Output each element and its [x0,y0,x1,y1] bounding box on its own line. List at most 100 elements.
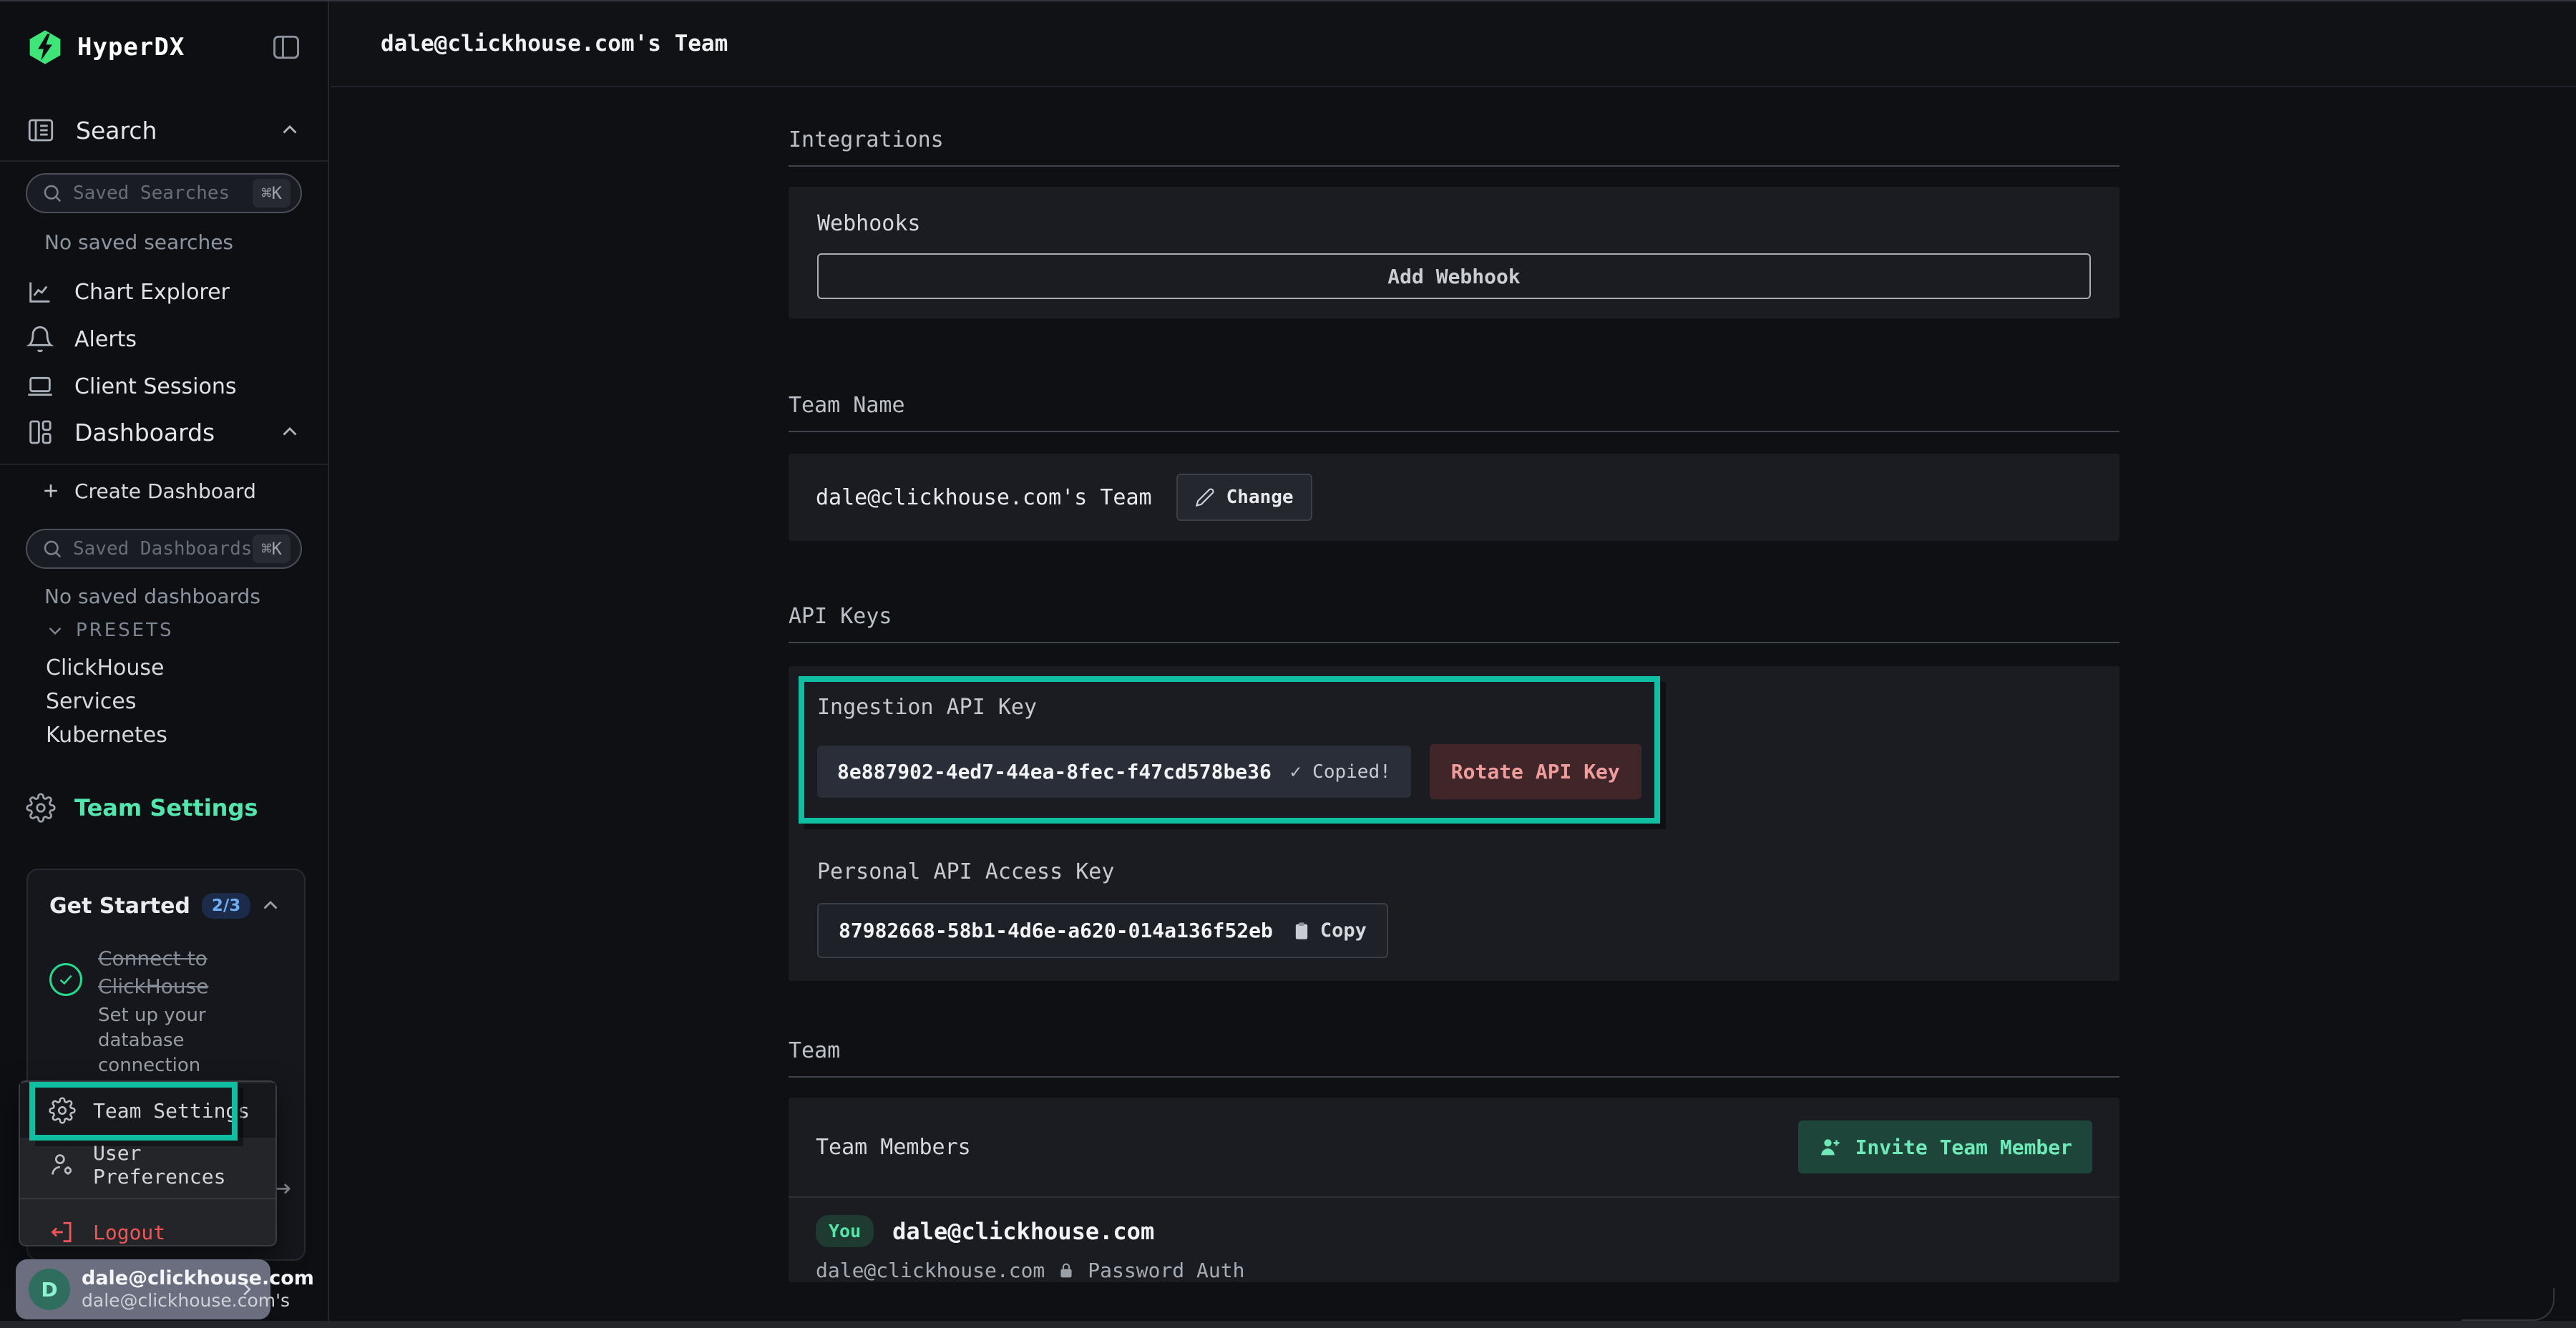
saved-dashboards-placeholder: Saved Dashboards [73,538,252,560]
hyperdx-app: HyperDX Search [0,0,2576,1328]
logo-row: HyperDX [0,21,328,73]
collapse-sidebar-icon[interactable] [270,31,302,63]
you-badge: You [816,1215,874,1247]
gear-icon [49,1097,76,1124]
laptop-icon [26,372,54,401]
webhooks-title: Webhooks [817,211,2091,236]
saved-searches-placeholder: Saved Searches [73,182,230,204]
no-saved-searches-note: No saved searches [44,230,233,254]
sidebar-section-dashboards[interactable]: Dashboards [0,408,328,456]
section-label-api-keys: API Keys [789,604,2119,629]
page-title: dale@clickhouse.com's Team [381,31,728,57]
preset-kubernetes[interactable]: Kubernetes [0,721,328,749]
chevron-up-icon[interactable] [278,118,302,142]
sidebar-item-chart-explorer[interactable]: Chart Explorer [0,276,328,308]
progress-badge: 2/3 [202,893,250,919]
step-title-line1: Connect to [98,944,277,972]
user-email: dale@clickhouse.com [82,1267,236,1290]
avatar: D [29,1269,70,1310]
dashboards-grid-icon [26,418,54,446]
lock-icon [1056,1261,1076,1281]
user-plus-icon [1818,1135,1843,1159]
presets-label: PRESETS [76,620,174,641]
member-email-secondary: dale@clickhouse.com [816,1259,1045,1282]
preset-services[interactable]: Services [0,687,328,716]
saved-dashboards-input[interactable]: Saved Dashboards ⌘K [26,529,302,569]
menu-item-logout[interactable]: Logout [20,1205,275,1259]
shortcut-badge: ⌘K [253,179,291,208]
menu-item-label: User Preferences [93,1141,275,1188]
presets-toggle[interactable]: PRESETS [0,617,328,643]
chevron-right-icon [236,1279,258,1300]
team-settings-label: Team Settings [74,794,258,821]
logout-icon [49,1219,76,1246]
search-section-icon [26,115,56,145]
section-label-team-name: Team Name [789,393,2119,418]
api-keys-card: Ingestion API Key 8e887902-4ed7-44ea-8fe… [789,666,2119,981]
team-member-row: You dale@clickhouse.com dale@clickhouse.… [789,1198,2119,1282]
shortcut-badge: ⌘K [253,534,291,563]
ingestion-key-chip[interactable]: 8e887902-4ed7-44ea-8fec-f47cd578be36 ✓ C… [817,746,1411,798]
chevron-up-icon[interactable] [278,420,302,444]
saved-searches-input[interactable]: Saved Searches ⌘K [26,173,302,213]
sidebar-section-search[interactable]: Search [0,106,328,155]
divider [0,160,328,162]
search-icon [42,182,63,204]
team-name-card: dale@clickhouse.com's Team Change [789,454,2119,541]
webhooks-card: Webhooks Add Webhook [789,187,2119,318]
chart-explorer-icon [26,278,54,306]
divider [0,464,328,465]
menu-item-team-settings[interactable]: Team Settings [20,1083,275,1138]
rotate-api-key-button[interactable]: Rotate API Key [1430,744,1641,799]
user-account-chip[interactable]: D dale@clickhouse.com dale@clickhouse.co… [16,1259,270,1319]
ingestion-key-title: Ingestion API Key [817,695,2091,720]
sidebar: HyperDX Search [0,1,329,1328]
window-corner-curve [2462,1288,2555,1321]
invite-team-member-button[interactable]: Invite Team Member [1798,1120,2092,1173]
dashboards-section-label: Dashboards [74,419,215,446]
sidebar-item-client-sessions[interactable]: Client Sessions [0,371,328,402]
section-label-integrations: Integrations [789,127,2119,152]
get-started-step-connect[interactable]: Connect to ClickHouse Set up your databa… [49,944,283,1078]
auth-method-label: Password Auth [1088,1259,1244,1282]
step-subtitle: Set up your database connection [98,1003,277,1078]
chevron-up-icon[interactable] [258,894,283,918]
bell-icon [26,325,54,353]
team-members-card: Team Members Invite Team Member [789,1098,2119,1282]
personal-key-chip[interactable]: 87982668-58b1-4d6e-a620-014a136f52eb Cop… [817,903,1388,958]
get-started-title: Get Started [49,894,190,919]
create-dashboard-button[interactable]: Create Dashboard [0,477,328,505]
section-divider [789,642,2119,643]
preset-clickhouse[interactable]: ClickHouse [0,653,328,682]
gear-icon [26,793,56,823]
no-saved-dashboards-note: No saved dashboards [44,585,260,608]
sidebar-item-label: Alerts [74,327,137,352]
sidebar-item-alerts[interactable]: Alerts [0,323,328,355]
personal-key-title: Personal API Access Key [817,859,2091,884]
change-team-name-button[interactable]: Change [1176,474,1312,521]
member-email: dale@clickhouse.com [892,1218,1154,1245]
copy-label: Copy [1320,919,1367,942]
user-gear-icon [49,1151,76,1178]
section-divider [789,431,2119,432]
add-webhook-button[interactable]: Add Webhook [817,253,2091,299]
preset-label: Services [46,689,137,714]
team-name-value: dale@clickhouse.com's Team [816,485,1152,510]
hyperdx-logo-icon [26,28,64,67]
chevron-down-icon [44,620,66,641]
step-title-line2: ClickHouse [98,972,277,1000]
settings-content: Integrations Webhooks Add Webhook Team N… [789,127,2119,1282]
pencil-icon [1195,487,1215,507]
user-team: dale@clickhouse.com's [82,1290,236,1312]
sidebar-item-label: Client Sessions [74,374,236,399]
copy-button[interactable]: Copy [1292,919,1367,942]
main-area: dale@clickhouse.com's Team Integrations … [331,1,2576,1328]
clipboard-icon [1292,921,1312,941]
bottom-edge-strip [0,1321,2576,1328]
menu-item-user-preferences[interactable]: User Preferences [20,1138,275,1192]
plus-icon [40,480,62,502]
menu-item-label: Team Settings [93,1099,250,1123]
create-dashboard-label: Create Dashboard [74,479,256,503]
sidebar-item-team-settings[interactable]: Team Settings [0,791,328,825]
search-icon [42,538,63,560]
